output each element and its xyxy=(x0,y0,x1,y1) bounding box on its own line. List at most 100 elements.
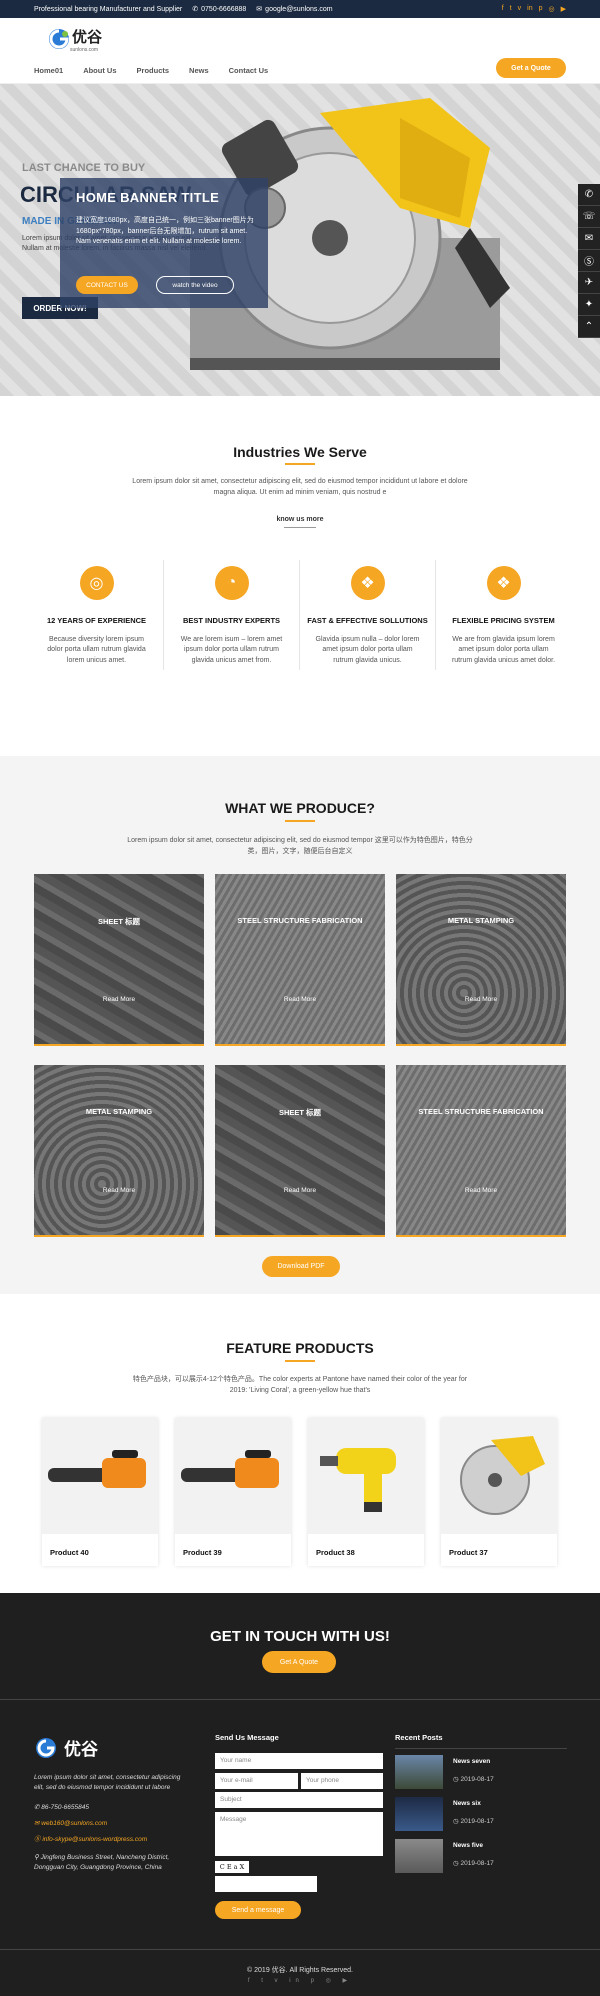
download-pdf-button[interactable]: Download PDF xyxy=(262,1256,340,1277)
product-card[interactable]: Product 39 xyxy=(175,1418,291,1566)
name-field[interactable]: Your name xyxy=(215,1753,383,1769)
nav-item-about[interactable]: About Us xyxy=(83,66,116,75)
gauge-icon: ◔ xyxy=(214,566,249,600)
dropbox-icon: ❖ xyxy=(486,566,521,600)
produce-card-title: STEEL STRUCTURE FABRICATION xyxy=(237,916,363,925)
post-item[interactable]: News six ◷ 2019-08-17 xyxy=(395,1797,565,1831)
product-image[interactable] xyxy=(42,1418,158,1534)
logo[interactable]: 优谷 sunlons.com xyxy=(48,26,102,60)
phone-icon[interactable]: ✆ xyxy=(578,184,600,206)
card-image xyxy=(396,874,566,1044)
post-thumbnail[interactable] xyxy=(395,1839,443,1873)
back-to-top-icon[interactable]: ⌃ xyxy=(578,316,600,338)
linkedin-icon[interactable]: in xyxy=(527,5,532,13)
footer-email-text[interactable]: web160@sunlons.com xyxy=(41,1820,107,1827)
card-image xyxy=(215,1065,385,1235)
main-nav: Home01 About Us Products News Contact Us xyxy=(34,66,268,75)
post-title[interactable]: News seven xyxy=(453,1758,490,1765)
product-card[interactable]: Product 37 xyxy=(441,1418,557,1566)
footer-logo[interactable]: 优谷 xyxy=(34,1735,114,1765)
product-name[interactable]: Product 37 xyxy=(449,1548,488,1557)
post-thumbnail[interactable] xyxy=(395,1755,443,1789)
produce-underline xyxy=(285,820,315,822)
read-more-link[interactable]: Read More xyxy=(396,1187,566,1194)
post-title[interactable]: News six xyxy=(453,1800,481,1807)
captcha-field[interactable] xyxy=(215,1876,317,1892)
copyright: © 2019 优谷. All Rights Reserved. xyxy=(247,1967,353,1974)
know-more-link[interactable]: know us more xyxy=(0,516,600,523)
nav-item-products[interactable]: Products xyxy=(137,66,170,75)
product-name[interactable]: Product 40 xyxy=(50,1548,89,1557)
post-thumbnail[interactable] xyxy=(395,1797,443,1831)
subject-field[interactable]: Subject xyxy=(215,1792,383,1808)
watch-video-button[interactable]: watch the video xyxy=(156,276,234,294)
facebook-icon[interactable]: f xyxy=(248,1978,255,1984)
top-social: f t v in p ◎ ▶ xyxy=(502,5,566,13)
email-field[interactable]: Your e-mail xyxy=(215,1773,298,1789)
read-more-link[interactable]: Read More xyxy=(396,996,566,1003)
read-more-link[interactable]: Read More xyxy=(34,996,204,1003)
facebook-icon[interactable]: f xyxy=(502,5,504,13)
phone-field[interactable]: Your phone xyxy=(301,1773,383,1789)
product-name[interactable]: Product 38 xyxy=(316,1548,355,1557)
produce-card[interactable]: STEEL STRUCTURE FABRICATION Read More xyxy=(396,1065,566,1237)
card-image xyxy=(396,1065,566,1235)
top-email[interactable]: google@sunlons.com xyxy=(265,6,332,13)
produce-card[interactable]: METAL STAMPING Read More xyxy=(34,1065,204,1237)
produce-card[interactable]: STEEL STRUCTURE FABRICATION Read More xyxy=(215,874,385,1046)
post-date: ◷ 2019-08-17 xyxy=(453,1859,494,1867)
skype-icon[interactable]: Ⓢ xyxy=(578,250,600,272)
nav-item-contact[interactable]: Contact Us xyxy=(229,66,269,75)
product-image[interactable] xyxy=(441,1418,557,1534)
post-item[interactable]: News five ◷ 2019-08-17 xyxy=(395,1839,565,1873)
footer-email[interactable]: ✉ web160@sunlons.com xyxy=(34,1819,107,1829)
telegram-icon[interactable]: ✈ xyxy=(578,272,600,294)
product-image[interactable] xyxy=(175,1418,291,1534)
banner-overlay-title: HOME BANNER TITLE xyxy=(76,190,220,205)
top-bar: Professional bearing Manufacturer and Su… xyxy=(0,0,600,18)
read-more-link[interactable]: Read More xyxy=(34,1187,204,1194)
get-a-quote-button[interactable]: Get A Quote xyxy=(262,1651,336,1673)
whatsapp-icon[interactable]: ☏ xyxy=(578,206,600,228)
instagram-icon[interactable]: ◎ xyxy=(326,1978,336,1984)
read-more-link[interactable]: Read More xyxy=(215,996,385,1003)
produce-card-title: SHEET 标题 xyxy=(97,917,141,926)
product-image[interactable] xyxy=(308,1418,424,1534)
produce-desc: Lorem ipsum dolor sit amet, consectetur … xyxy=(127,837,473,856)
youtube-icon[interactable]: ▶ xyxy=(343,1978,353,1984)
tagline: Professional bearing Manufacturer and Su… xyxy=(34,5,183,13)
contact-us-button[interactable]: CONTACT US xyxy=(76,276,138,294)
send-message-button[interactable]: Send a message xyxy=(215,1901,301,1919)
product-name[interactable]: Product 39 xyxy=(183,1548,222,1557)
qq-icon[interactable]: ✦ xyxy=(578,294,600,316)
twitter-icon[interactable]: t xyxy=(510,5,512,13)
pinterest-icon[interactable]: p xyxy=(311,1978,319,1984)
mail-icon[interactable]: ✉ xyxy=(578,228,600,250)
feature-title: FLEXIBLE PRICING SYSTEM xyxy=(452,616,555,625)
vimeo-icon[interactable]: v xyxy=(275,1978,283,1984)
instagram-icon[interactable]: ◎ xyxy=(549,5,555,13)
nav-item-home[interactable]: Home01 xyxy=(34,66,63,75)
feature-card: ◎ 12 YEARS OF EXPERIENCE Because diversi… xyxy=(29,566,164,666)
nav-item-news[interactable]: News xyxy=(189,66,209,75)
youtube-icon[interactable]: ▶ xyxy=(561,5,566,13)
produce-card[interactable]: METAL STAMPING Read More xyxy=(396,874,566,1046)
post-item[interactable]: News seven ◷ 2019-08-17 xyxy=(395,1755,565,1789)
linkedin-icon[interactable]: in xyxy=(289,1978,304,1984)
vimeo-icon[interactable]: v xyxy=(518,5,522,13)
product-card[interactable]: Product 40 xyxy=(42,1418,158,1566)
produce-card[interactable]: SHEET 标题 Read More xyxy=(215,1065,385,1237)
get-quote-button[interactable]: Get a Quote xyxy=(496,58,566,78)
post-title[interactable]: News five xyxy=(453,1842,483,1849)
footer-address-text: Jingfeng Business Street, Nancheng Distr… xyxy=(34,1854,170,1872)
read-more-link[interactable]: Read More xyxy=(215,1187,385,1194)
side-social-bar: ✆ ☏ ✉ Ⓢ ✈ ✦ ⌃ xyxy=(578,184,600,338)
pinterest-icon[interactable]: p xyxy=(539,5,543,13)
footer-skype-text[interactable]: info-skype@sunlons-wordpress.com xyxy=(42,1836,147,1843)
produce-card[interactable]: SHEET 标题 Read More xyxy=(34,874,204,1046)
product-card[interactable]: Product 38 xyxy=(308,1418,424,1566)
recent-posts-title: Recent Posts xyxy=(395,1733,443,1742)
footer-skype[interactable]: Ⓢ info-skype@sunlons-wordpress.com xyxy=(34,1835,147,1845)
twitter-icon[interactable]: t xyxy=(261,1978,268,1984)
message-field[interactable]: Message xyxy=(215,1812,383,1856)
